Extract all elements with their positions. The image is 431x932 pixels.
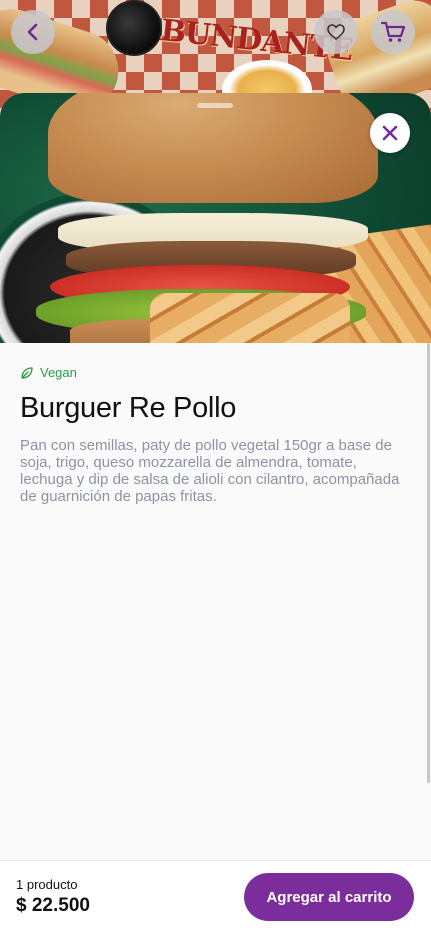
- diet-tag-label: Vegan: [40, 365, 77, 380]
- favorite-button[interactable]: [314, 10, 358, 54]
- total-price: $ 22.500: [16, 895, 90, 916]
- product-details: Vegan Burguer Re Pollo Pan con semillas,…: [0, 343, 431, 505]
- scrollbar[interactable]: [427, 343, 430, 783]
- product-image: [0, 93, 431, 343]
- add-to-cart-button[interactable]: Agregar al carrito: [244, 873, 414, 921]
- leaf-icon: [21, 366, 33, 379]
- product-detail-sheet: Vegan Burguer Re Pollo Pan con semillas,…: [0, 93, 431, 932]
- back-button[interactable]: [11, 10, 55, 54]
- diet-tag: Vegan: [20, 365, 411, 380]
- chevron-left-icon: [27, 23, 38, 41]
- quantity-label: 1 producto: [16, 877, 78, 892]
- close-button[interactable]: [370, 113, 410, 153]
- heart-icon: [327, 24, 345, 40]
- restaurant-logo-badge: [106, 0, 162, 56]
- product-description: Pan con semillas, paty de pollo vegetal …: [20, 437, 400, 505]
- cart-button[interactable]: [371, 10, 415, 54]
- close-icon: [382, 125, 398, 141]
- checkout-bar: 1 producto $ 22.500 Agregar al carrito: [0, 860, 431, 932]
- sheet-drag-handle[interactable]: [197, 103, 233, 108]
- product-name: Burguer Re Pollo: [20, 392, 237, 424]
- cart-icon: [380, 21, 406, 42]
